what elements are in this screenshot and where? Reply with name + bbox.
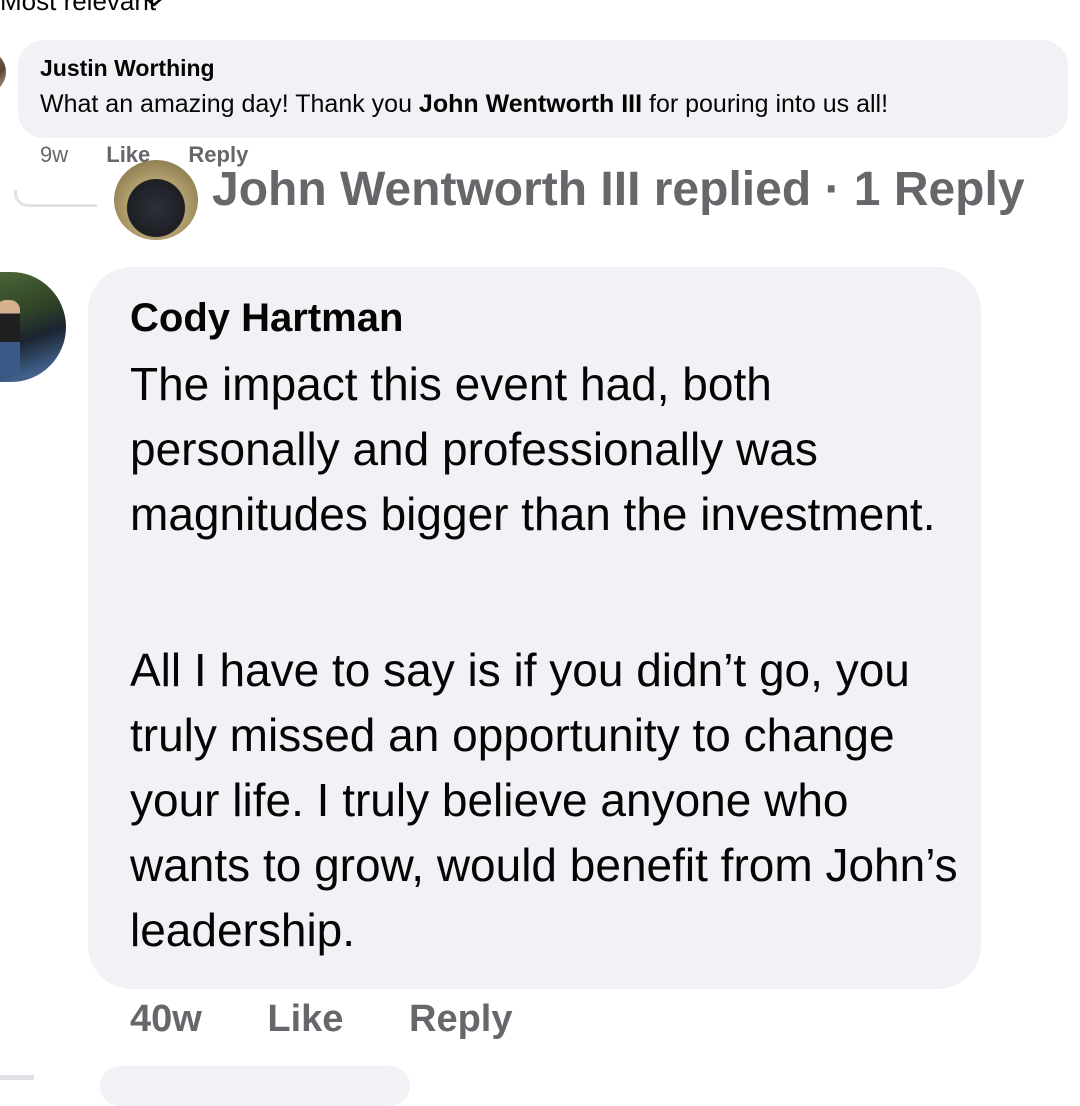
- comment-author[interactable]: Cody Hartman: [130, 296, 403, 341]
- comment-text: What an amazing day! Thank you John Went…: [40, 90, 888, 119]
- comment-text-before: What an amazing day! Thank you: [40, 90, 419, 118]
- thread-connector-line: [0, 1075, 34, 1080]
- avatar[interactable]: [0, 272, 66, 382]
- comment-actions: 40w Like Reply: [130, 998, 512, 1041]
- comment-timestamp[interactable]: 40w: [130, 998, 202, 1040]
- thread-connector-line: [14, 190, 97, 207]
- like-button[interactable]: Like: [267, 998, 343, 1040]
- avatar[interactable]: [0, 50, 6, 94]
- avatar[interactable]: [114, 160, 198, 240]
- sort-label[interactable]: Most relevant: [0, 0, 156, 17]
- comment-author[interactable]: Justin Worthing: [40, 55, 215, 82]
- chevron-down-icon[interactable]: [142, 0, 166, 14]
- comment-timestamp[interactable]: 9w: [40, 142, 68, 168]
- view-replies-link[interactable]: John Wentworth III replied · 1 Reply: [212, 162, 1025, 217]
- comment-paragraph: The impact this event had, both personal…: [130, 358, 936, 540]
- avatar-photo-figure: [0, 300, 20, 376]
- comment-paragraph: All I have to say is if you didn’t go, y…: [130, 644, 958, 956]
- comment-text-after: for pouring into us all!: [642, 90, 889, 118]
- reply-button[interactable]: Reply: [409, 998, 512, 1040]
- mention-link[interactable]: John Wentworth III: [419, 90, 642, 118]
- comment-bubble: [100, 1066, 410, 1106]
